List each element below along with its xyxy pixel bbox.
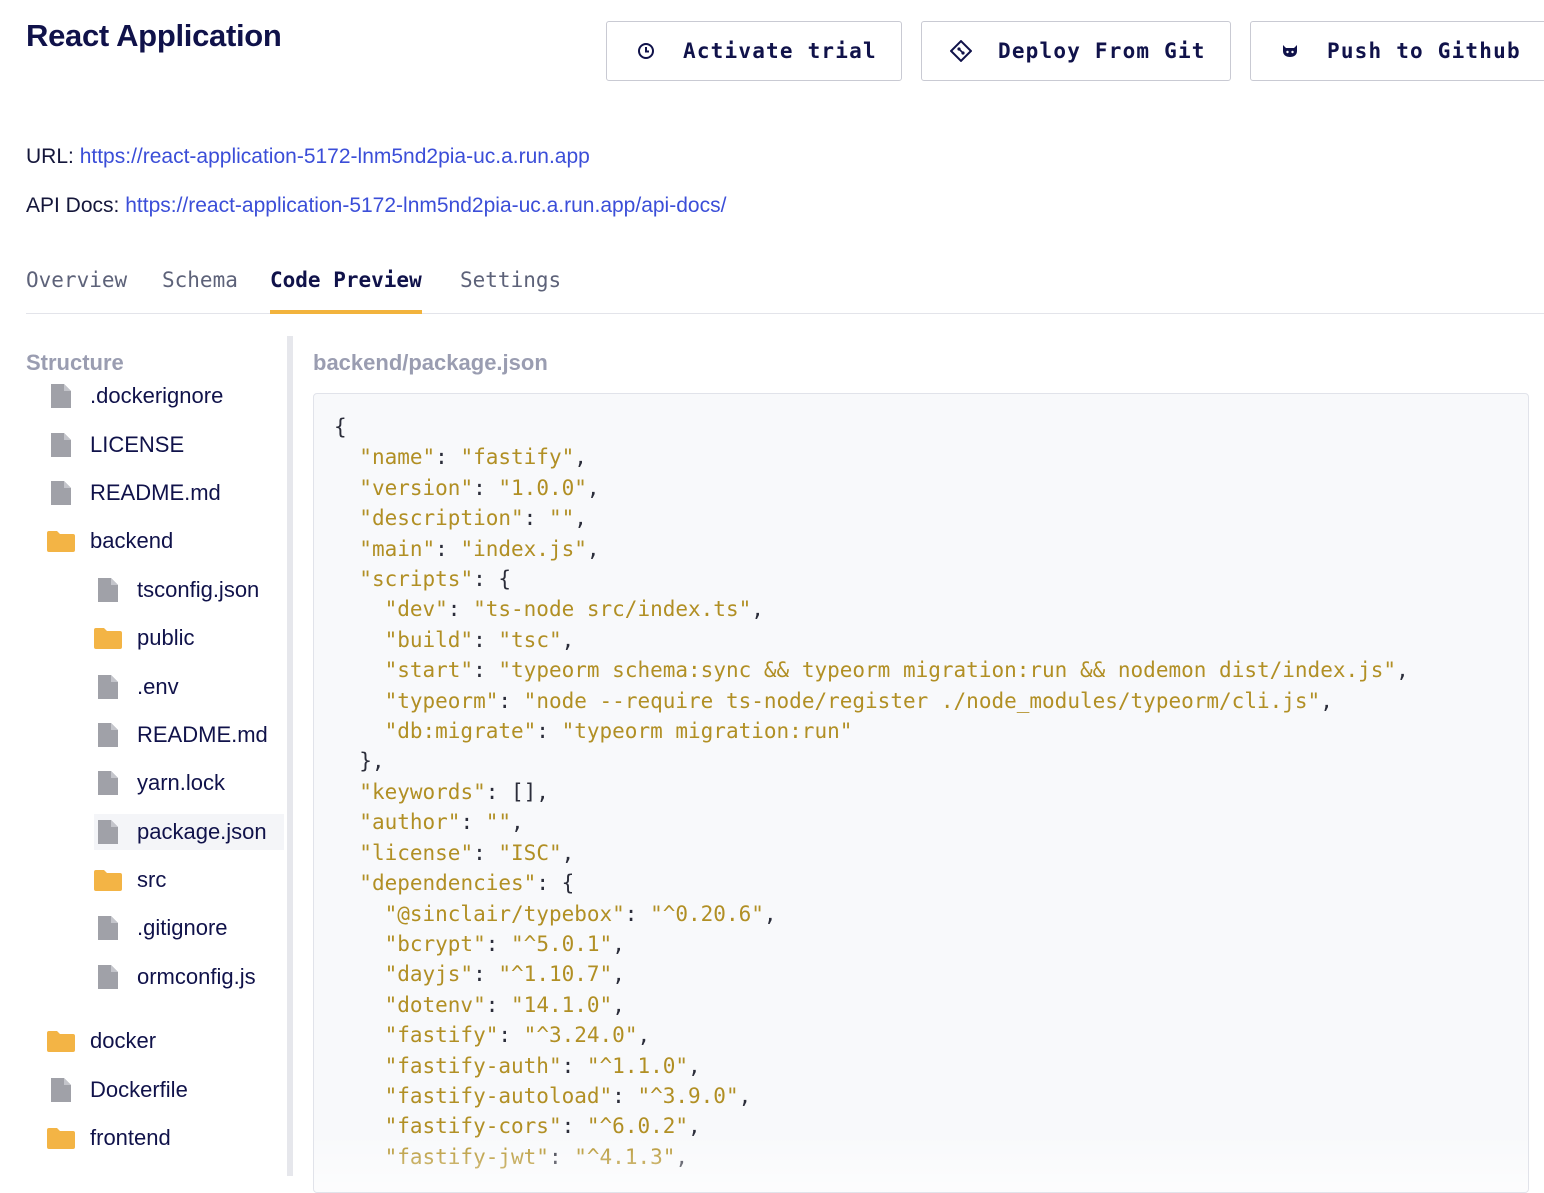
folder-icon	[94, 866, 122, 894]
folder-icon	[94, 624, 122, 652]
folder-icon	[47, 1124, 75, 1152]
tree-file-item[interactable]: ormconfig.js	[94, 959, 256, 995]
activate-trial-button[interactable]: Activate trial	[606, 21, 902, 81]
tree-item-label: ormconfig.js	[137, 964, 256, 989]
structure-title: Structure	[26, 350, 124, 375]
tab-schema[interactable]: Schema	[162, 268, 238, 312]
code-content: { "name": "fastify", "version": "1.0.0",…	[334, 415, 1409, 1169]
url-row: URL: https://react-application-5172-lnm5…	[26, 145, 590, 169]
clock-icon	[635, 40, 657, 62]
tree-item-label: .env	[137, 674, 179, 699]
github-icon	[1279, 40, 1301, 62]
tree-item-label: src	[137, 867, 167, 892]
file-icon	[94, 673, 122, 701]
folder-icon	[47, 527, 75, 555]
file-icon	[47, 431, 75, 459]
tree-file-item[interactable]: README.md	[47, 475, 221, 511]
tree-folder-item[interactable]: docker	[47, 1023, 156, 1059]
tree-item-label: .dockerignore	[90, 383, 224, 408]
file-icon	[94, 576, 122, 604]
tree-file-item[interactable]: Dockerfile	[47, 1072, 188, 1108]
code-viewer[interactable]: { "name": "fastify", "version": "1.0.0",…	[313, 393, 1529, 1193]
file-icon	[47, 479, 75, 507]
file-path-title: backend/package.json	[313, 350, 548, 375]
tab-bar: Overview Schema Code Preview Settings	[26, 268, 1544, 314]
tree-file-item[interactable]: .gitignore	[94, 910, 228, 946]
file-icon	[94, 721, 122, 749]
file-icon	[94, 769, 122, 797]
tree-item-label: .gitignore	[137, 915, 228, 940]
tree-item-label: frontend	[90, 1125, 171, 1150]
folder-icon	[47, 1027, 75, 1055]
tree-item-label: Dockerfile	[90, 1077, 188, 1102]
tree-file-item[interactable]: package.json	[94, 814, 284, 850]
file-icon	[94, 818, 122, 846]
tree-folder-item[interactable]: public	[94, 620, 194, 656]
tree-file-item[interactable]: README.md	[94, 717, 268, 753]
tree-item-label: yarn.lock	[137, 770, 226, 795]
api-docs-link[interactable]: https://react-application-5172-lnm5nd2pi…	[125, 194, 726, 217]
api-docs-row: API Docs: https://react-application-5172…	[26, 194, 726, 218]
file-tree-sidebar: Structure .dockerignore LICENSE README.md b…	[26, 336, 288, 1176]
tree-item-label: package.json	[137, 819, 267, 844]
tree-item-label: public	[137, 625, 195, 650]
tree-file-item[interactable]: LICENSE	[47, 427, 184, 463]
url-link[interactable]: https://react-application-5172-lnm5nd2pi…	[80, 145, 590, 168]
activate-trial-label: Activate trial	[683, 39, 877, 63]
api-docs-label: API Docs:	[26, 194, 120, 217]
git-icon	[950, 40, 972, 62]
url-label: URL:	[26, 145, 74, 168]
tree-folder-item[interactable]: backend	[47, 523, 173, 559]
tree-item-label: README.md	[137, 722, 268, 747]
tab-settings[interactable]: Settings	[460, 268, 561, 312]
file-icon	[47, 1076, 75, 1104]
tab-overview[interactable]: Overview	[26, 268, 127, 312]
tree-file-item[interactable]: yarn.lock	[94, 765, 225, 801]
file-icon	[94, 914, 122, 942]
tree-item-label: LICENSE	[90, 432, 185, 457]
push-to-github-button[interactable]: Push to Github	[1250, 21, 1544, 81]
push-to-github-label: Push to Github	[1327, 39, 1521, 63]
deploy-from-git-label: Deploy From Git	[998, 39, 1206, 63]
tree-item-label: README.md	[90, 480, 221, 505]
deploy-from-git-button[interactable]: Deploy From Git	[921, 21, 1231, 81]
page-title: React Application	[26, 18, 282, 53]
tab-code-preview[interactable]: Code Preview	[270, 268, 422, 314]
tree-folder-item[interactable]: src	[94, 862, 166, 898]
file-icon	[47, 382, 75, 410]
file-icon	[94, 963, 122, 991]
tree-item-label: backend	[90, 528, 174, 553]
tree-file-item[interactable]: .dockerignore	[47, 378, 223, 414]
tree-item-label: tsconfig.json	[137, 577, 260, 602]
sidebar-scrollbar[interactable]	[287, 336, 293, 1176]
tree-file-item[interactable]: .env	[94, 669, 179, 705]
tree-file-item[interactable]: tsconfig.json	[94, 572, 259, 608]
tree-item-label: docker	[90, 1028, 157, 1053]
tree-folder-item[interactable]: frontend	[47, 1120, 171, 1156]
